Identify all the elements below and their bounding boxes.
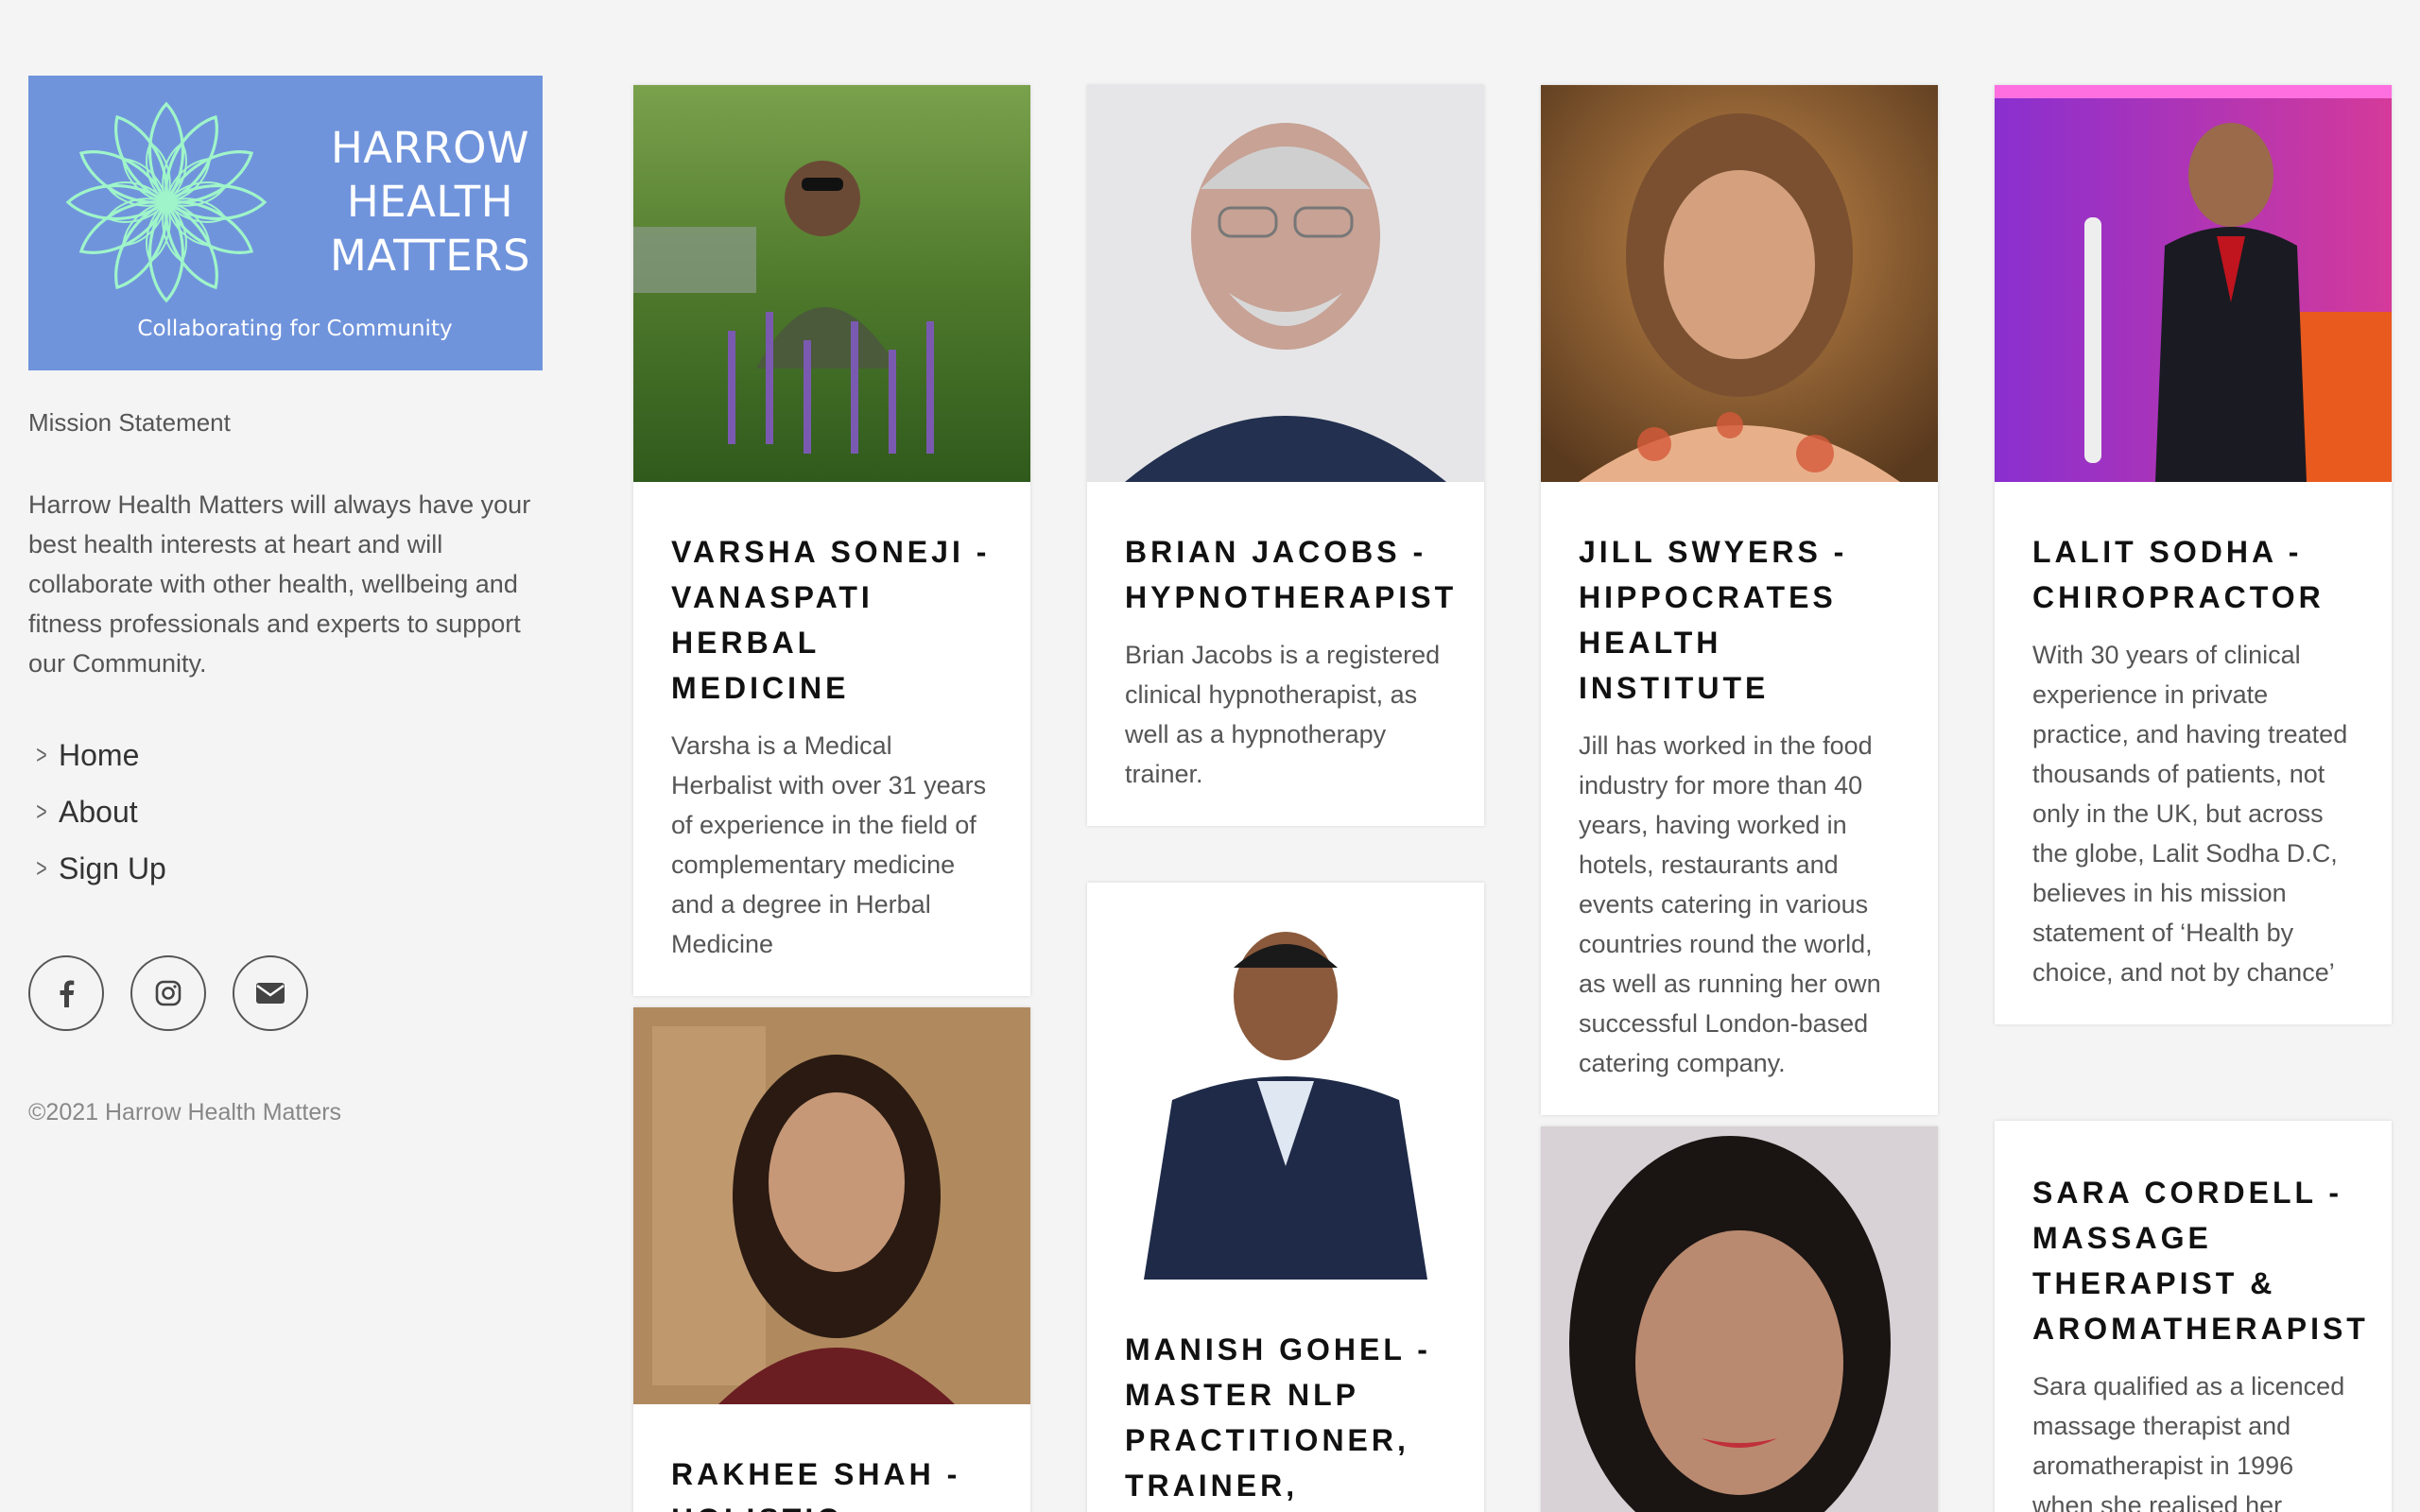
brand-line: MATTERS	[329, 231, 531, 281]
instagram-link[interactable]	[130, 955, 206, 1031]
practitioner-card[interactable]: RAKHEE SHAH - HOLISTIC	[633, 1007, 1030, 1512]
card-title: BRIAN JACOBS - HYPNOTHERAPIST	[1125, 535, 1458, 614]
card-text: Jill has worked in the food industry for…	[1579, 731, 1881, 1077]
site-logo[interactable]: HARROW HEALTH MATTERS Collaborating for …	[28, 76, 543, 370]
practitioner-photo	[633, 85, 1030, 482]
brand-name: HARROW HEALTH MATTERS	[302, 121, 543, 283]
brand-line: HEALTH	[346, 177, 514, 227]
practitioner-card[interactable]	[1541, 1126, 1938, 1512]
practitioner-photo	[1087, 883, 1484, 1280]
practitioner-photo	[1541, 1126, 1938, 1512]
nav-label: Sign Up	[59, 850, 166, 885]
card-title: MANISH GOHEL - MASTER NLP PRACTITIONER, …	[1125, 1332, 1431, 1503]
practitioner-card[interactable]: BRIAN JACOBS - HYPNOTHERAPIST Brian Jaco…	[1087, 85, 1484, 826]
brand-tagline: Collaborating for Community	[137, 317, 453, 341]
copyright: ©2021 Harrow Health Matters	[28, 1099, 342, 1125]
social-links	[28, 955, 544, 1031]
card-title: JILL SWYERS - HIPPOCRATES HEALTH INSTITU…	[1579, 535, 1848, 705]
mission-text: Harrow Health Matters will always have y…	[28, 490, 531, 678]
card-title: SARA CORDELL - MASSAGE THERAPIST & AROMA…	[2032, 1176, 2369, 1346]
lotus-flower-icon	[65, 101, 268, 303]
chevron-right-icon: >	[36, 797, 47, 826]
card-text: With 30 years of clinical experience in …	[2032, 641, 2348, 987]
practitioner-card[interactable]: VARSHA SONEJI - VANASPATI HERBAL MEDICIN…	[633, 85, 1030, 996]
chevron-right-icon: >	[36, 853, 47, 883]
card-text: Sara qualified as a licenced massage the…	[2032, 1372, 2345, 1512]
email-link[interactable]	[233, 955, 308, 1031]
practitioner-card[interactable]: LALIT SODHA - CHIROPRACTOR With 30 years…	[1995, 85, 2392, 1024]
practitioner-card[interactable]: JILL SWYERS - HIPPOCRATES HEALTH INSTITU…	[1541, 85, 1938, 1115]
card-title: VARSHA SONEJI - VANASPATI HERBAL MEDICIN…	[671, 535, 991, 705]
nav-item-about[interactable]: > About	[28, 783, 544, 840]
practitioner-card[interactable]: SARA CORDELL - MASSAGE THERAPIST & AROMA…	[1995, 1121, 2392, 1512]
facebook-link[interactable]	[28, 955, 104, 1031]
card-text: Varsha is a Medical Herbalist with over …	[671, 731, 987, 958]
practitioner-photo	[1541, 85, 1938, 482]
nav-item-home[interactable]: > Home	[28, 727, 544, 783]
practitioner-photo	[1995, 85, 2392, 482]
practitioner-photo	[633, 1007, 1030, 1404]
card-title: LALIT SODHA - CHIROPRACTOR	[2032, 535, 2325, 614]
nav-label: About	[59, 794, 138, 829]
brand-line: HARROW	[330, 123, 530, 173]
instagram-icon	[155, 980, 182, 1006]
facebook-icon	[60, 980, 75, 1007]
main-nav: > Home > About > Sign Up	[28, 727, 544, 897]
mission-title: Mission Statement	[28, 408, 231, 437]
card-text: Brian Jacobs is a registered clinical hy…	[1125, 641, 1441, 788]
practitioner-photo	[1087, 85, 1484, 482]
sidebar: HARROW HEALTH MATTERS Collaborating for …	[28, 76, 544, 1126]
nav-item-sign-up[interactable]: > Sign Up	[28, 840, 544, 897]
nav-label: Home	[59, 737, 140, 772]
card-title: RAKHEE SHAH - HOLISTIC	[671, 1457, 961, 1512]
chevron-right-icon: >	[36, 740, 47, 769]
practitioner-card[interactable]: MANISH GOHEL - MASTER NLP PRACTITIONER, …	[1087, 883, 1484, 1512]
envelope-icon	[256, 983, 285, 1004]
